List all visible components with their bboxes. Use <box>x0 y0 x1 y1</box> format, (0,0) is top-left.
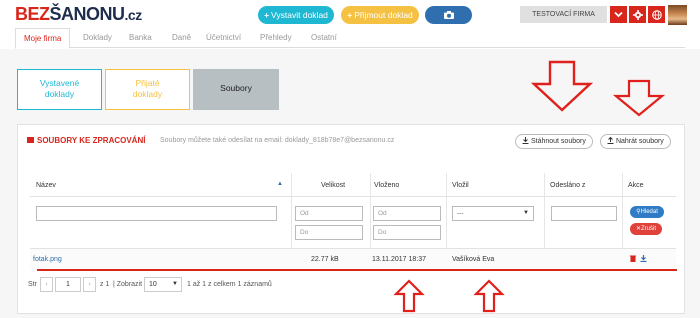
panel-title: SOUBORY KE ZPRACOVÁNÍ <box>27 136 145 145</box>
filter-sent-from-input[interactable] <box>551 206 617 221</box>
receive-document-label: Přijmout doklad <box>354 10 413 20</box>
annotation-arrow-down-icon <box>613 79 665 117</box>
logo-text-cz: .cz <box>124 7 143 23</box>
pagination-prefix: Str <box>28 281 37 288</box>
column-header-size[interactable]: Velikost <box>321 182 345 189</box>
filter-date-to-input[interactable]: Do <box>373 225 441 240</box>
filter-uploader-select[interactable]: --- ▼ <box>452 206 534 221</box>
annotation-underline <box>37 269 677 271</box>
tab-ucetnictvi[interactable]: Účetnictví <box>206 28 241 48</box>
plus-icon: + <box>347 10 353 20</box>
filter-date-from-input[interactable]: Od <box>373 206 441 221</box>
page-number-input[interactable]: 1 <box>55 277 81 292</box>
file-size: 22.77 kB <box>311 256 339 263</box>
annotation-arrow-up-icon <box>473 279 505 313</box>
issue-document-button[interactable]: + Vystavit doklad <box>258 6 334 24</box>
camera-button[interactable] <box>425 6 472 24</box>
logo-text-bez: BEZ <box>15 4 50 24</box>
search-button-label: Hledat <box>640 209 658 215</box>
tile-files[interactable]: Soubory <box>193 69 279 110</box>
filter-name-input[interactable] <box>36 206 277 221</box>
table-header-row: Název ▲ Velikost Vloženo Vložil Odesláno… <box>30 173 676 197</box>
upload-files-button[interactable]: Nahrát soubory <box>600 134 671 149</box>
gear-icon <box>632 9 643 20</box>
pagination-of-pages: z 1 <box>100 281 110 288</box>
file-name-link[interactable]: fotak.png <box>33 256 62 263</box>
trash-icon <box>630 255 636 262</box>
logo[interactable]: BEZŠANONU.cz <box>15 4 142 25</box>
logo-text-sanonu: ŠANONU <box>49 4 126 24</box>
panel-title-text: SOUBORY KE ZPRACOVÁNÍ <box>37 136 146 145</box>
download-file-button[interactable] <box>640 255 647 264</box>
show-label-text: Zobrazit <box>116 281 143 288</box>
tile-issued-line2: doklady <box>44 89 75 99</box>
tab-prehledy[interactable]: Přehledy <box>260 28 292 48</box>
sort-asc-icon[interactable]: ▲ <box>277 181 283 187</box>
caret-down-icon: ▼ <box>172 281 178 287</box>
column-header-uploaded[interactable]: Vloženo <box>374 182 399 189</box>
caret-down-icon: ▼ <box>523 210 529 216</box>
globe-icon <box>651 9 662 20</box>
pagination-show-label: | Zobrazit <box>113 281 143 288</box>
tile-received-line2: doklady <box>132 89 163 99</box>
plus-icon: + <box>264 10 270 20</box>
column-header-actions: Akce <box>628 182 644 189</box>
search-button[interactable]: ⚲Hledat <box>630 206 664 218</box>
column-header-uploader[interactable]: Vložil <box>452 182 469 189</box>
filter-uploader-value: --- <box>457 210 464 217</box>
download-icon <box>640 255 647 263</box>
main-nav: Moje firma Doklady Banka Daně Účetnictví… <box>15 28 685 49</box>
panel-subtitle: Soubory můžete také odesílat na email: d… <box>160 137 395 144</box>
language-button[interactable] <box>648 6 665 23</box>
pagination-summary: 1 až 1 z celkem 1 záznamů <box>187 281 272 288</box>
prev-page-button[interactable]: ‹ <box>40 277 53 292</box>
tab-dane[interactable]: Daně <box>172 28 191 48</box>
tile-issued-line1: Vystavené <box>39 78 80 88</box>
column-header-name[interactable]: Název <box>36 182 56 189</box>
receive-document-button[interactable]: + Přijmout doklad <box>341 6 419 24</box>
issue-document-label: Vystavit doklad <box>271 10 328 20</box>
upload-files-label: Nahrát soubory <box>615 138 664 145</box>
tab-doklady[interactable]: Doklady <box>83 28 112 48</box>
chevron-down-icon <box>614 11 623 18</box>
column-header-sent-from[interactable]: Odesláno z <box>550 182 585 189</box>
settings-button[interactable] <box>629 6 646 23</box>
delete-file-button[interactable] <box>630 255 636 264</box>
next-page-button[interactable]: › <box>83 277 96 292</box>
tab-moje-firma[interactable]: Moje firma <box>15 28 71 49</box>
file-uploaded-date: 13.11.2017 18:37 <box>372 256 426 263</box>
tab-ostatni[interactable]: Ostatní <box>311 28 337 48</box>
filter-size-to-input[interactable]: Do <box>295 225 363 240</box>
file-uploader: Vašíková Eva <box>452 256 495 263</box>
company-selector[interactable]: TESTOVACÍ FIRMA <box>520 6 607 23</box>
download-files-label: Stáhnout soubory <box>530 138 586 145</box>
tile-received-documents[interactable]: Přijaté doklady <box>105 69 190 110</box>
download-icon <box>522 137 529 144</box>
cancel-filter-label: Zrušit <box>641 226 657 232</box>
annotation-arrow-up-icon <box>393 279 425 313</box>
cancel-filter-button[interactable]: ✕Zrušit <box>630 223 662 235</box>
tab-banka[interactable]: Banka <box>129 28 152 48</box>
inbox-icon <box>27 137 34 143</box>
annotation-arrow-down-icon <box>531 60 593 112</box>
per-page-value: 10 <box>149 281 157 288</box>
filter-size-from-input[interactable]: Od <box>295 206 363 221</box>
upload-icon <box>607 136 614 144</box>
tile-received-line1: Přijaté <box>135 78 160 88</box>
download-files-button[interactable]: Stáhnout soubory <box>515 134 593 149</box>
camera-icon <box>443 11 454 19</box>
per-page-select[interactable]: 10 ▼ <box>144 277 182 292</box>
user-avatar[interactable] <box>668 5 687 25</box>
table-row: fotak.png 22.77 kB 13.11.2017 18:37 Vaší… <box>30 248 676 270</box>
tile-issued-documents[interactable]: Vystavené doklady <box>17 69 102 110</box>
top-bar: BEZŠANONU.cz + Vystavit doklad + Přijmout … <box>0 0 700 28</box>
company-dropdown-button[interactable] <box>610 6 627 23</box>
